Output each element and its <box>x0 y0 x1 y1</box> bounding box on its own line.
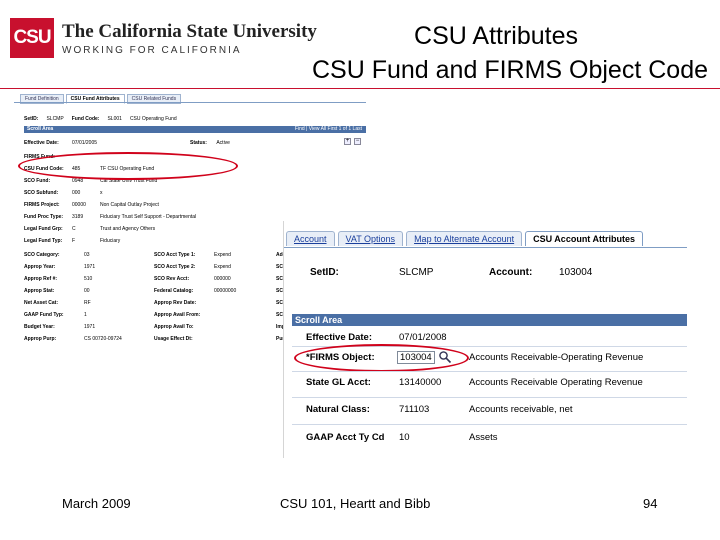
field-row: Approp Stat: 00 <box>24 288 90 294</box>
field-row: SCO Acct Type 1: Expend <box>154 252 231 258</box>
account-attributes-screenshot: Account VAT Options Map to Alternate Acc… <box>283 221 687 458</box>
field-row: Approp Year: 1971 <box>24 264 96 270</box>
account-tabs: Account VAT Options Map to Alternate Acc… <box>286 231 646 246</box>
field-row: Usage Effect Dt: <box>154 336 193 342</box>
fund-header: SetID: SLCMP Fund Code: SL001 CSU Operat… <box>24 116 177 122</box>
scroll-nav[interactable]: Find | View All First 1 of 1 Last <box>295 126 362 133</box>
field-row: Approp Avail To: <box>154 324 194 330</box>
state-gl-value: 13140000 <box>399 377 442 388</box>
gaap-acct-label: GAAP Acct Ty Cd <box>306 432 385 443</box>
status-row: Status: Active <box>190 140 230 146</box>
field-row: Approp Purp: CS 00720-09724 <box>24 336 122 342</box>
scroll-area-title: Scroll Area <box>27 126 54 132</box>
status-value[interactable]: Active <box>216 140 230 146</box>
csu-logo: CSU The California State University WORK… <box>10 18 317 58</box>
scroll-area-bar: Scroll Area Find | View All First 1 of 1… <box>24 126 366 133</box>
slide-title-line2: CSU Fund and FIRMS Object Code <box>312 56 708 84</box>
effective-date-value: 07/01/2008 <box>399 332 447 343</box>
field-row: FIRMS Project: 00000 Non Capital Outlay Pr… <box>24 202 159 208</box>
state-gl-desc: Accounts Receivable Operating Revenue <box>469 377 643 388</box>
slide-title-line1: CSU Attributes <box>414 22 578 50</box>
gaap-acct-desc: Assets <box>469 432 498 443</box>
field-row: Approp Ref #: 510 <box>24 276 93 282</box>
field-row: Legal Fund Grp: C Trust and Agency Others <box>24 226 156 232</box>
field-row: Approp Avail From: <box>154 312 201 318</box>
setid-group: SetID: <box>310 267 339 278</box>
field-row: Federal Catalog: 00000000 <box>154 288 237 294</box>
tab-map-alternate-account[interactable]: Map to Alternate Account <box>406 231 523 246</box>
footer-date: March 2009 <box>62 496 131 511</box>
field-row: SCO Acct Type 2: Expend <box>154 264 231 270</box>
setid-value: SLCMP <box>399 267 434 278</box>
row-divider <box>292 371 687 372</box>
logo-subtitle: WORKING FOR CALIFORNIA <box>62 44 242 56</box>
natural-class-value: 711103 <box>399 404 430 415</box>
fund-desc: CSU Operating Fund <box>129 116 177 122</box>
setid-value: SLCMP <box>46 116 64 122</box>
natural-class-label: Natural Class: <box>306 404 370 415</box>
footer-page-number: 94 <box>643 496 658 511</box>
csu-logo-mark: CSU <box>10 18 54 58</box>
effective-date-label: Effective Date: <box>306 332 372 343</box>
natural-class-desc: Accounts receivable, net <box>469 404 573 415</box>
setid-label: SetID: <box>24 116 39 122</box>
field-row: Budget Year: 1971 <box>24 324 96 330</box>
firms-object-highlight <box>294 344 469 372</box>
fund-code-value: SL001 <box>107 116 122 122</box>
state-gl-label: State GL Acct: <box>306 377 371 388</box>
tab-underline <box>14 102 366 103</box>
row-divider <box>292 397 687 398</box>
firms-object-desc: Accounts Receivable-Operating Revenue <box>469 352 644 363</box>
row-divider <box>292 424 687 425</box>
field-row: Net Asset Cat: RF <box>24 300 91 306</box>
tab-vat-options[interactable]: VAT Options <box>337 231 404 246</box>
field-row: Effective Date: 07/01/2005 <box>24 140 98 146</box>
account-label-group: Account: <box>489 267 532 278</box>
status-label: Status: <box>190 140 207 146</box>
field-row: GAAP Fund Typ: 1 <box>24 312 87 318</box>
scroll-area-bar: Scroll Area <box>292 314 687 326</box>
field-row: SCO Rev Acct: 000000 <box>154 276 231 282</box>
field-row: Approp Rev Date: <box>154 300 197 306</box>
header-divider <box>0 88 720 89</box>
tab-account[interactable]: Account <box>286 231 335 246</box>
field-row: Legal Fund Typ: F Fiduciary <box>24 238 121 244</box>
tab-underline <box>284 247 687 248</box>
footer-course: CSU 101, Heartt and Bibb <box>280 496 431 511</box>
field-row: Fund Proc Type: 3189 Fiduciary Trust Self … <box>24 214 197 220</box>
field-row: SCO Category: 03 <box>24 252 90 258</box>
account-label: Account: <box>489 267 533 278</box>
tab-csu-account-attributes[interactable]: CSU Account Attributes <box>525 231 643 246</box>
scroll-area-title: Scroll Area <box>295 315 343 325</box>
setid-label: SetID: <box>310 267 339 278</box>
logo-title: The California State University <box>62 20 317 42</box>
fund-code-highlight <box>18 152 238 180</box>
delete-row-icon[interactable]: − <box>354 138 361 145</box>
account-value: 103004 <box>559 267 593 278</box>
fund-code-label: Fund Code: <box>71 116 100 122</box>
gaap-acct-value: 10 <box>399 432 410 443</box>
add-row-icon[interactable]: + <box>344 138 351 145</box>
field-row: SCO Subfund: 000 x <box>24 190 103 196</box>
